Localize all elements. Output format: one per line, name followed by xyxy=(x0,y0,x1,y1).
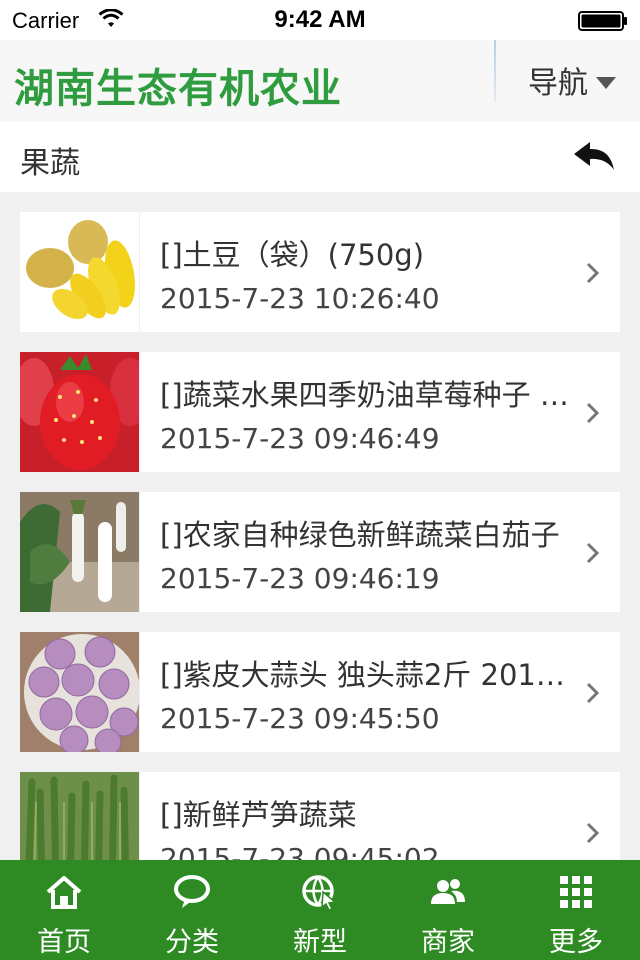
list-item[interactable]: []农家自种绿色新鲜蔬菜白茄子 2015-7-23 09:46:19 xyxy=(20,492,620,612)
product-thumbnail xyxy=(20,212,140,332)
item-title: []新鲜芦笋蔬菜 xyxy=(160,798,357,832)
grid-icon xyxy=(560,876,592,908)
tab-label: 商家 xyxy=(421,927,475,958)
status-time: 9:42 AM xyxy=(274,6,366,33)
tab-more[interactable]: 更多 xyxy=(512,860,640,960)
header-divider xyxy=(494,40,496,102)
category-title: 果蔬 xyxy=(20,146,80,181)
site-title: 湖南生态有机农业 xyxy=(14,66,342,112)
app-header: 湖南生态有机农业 导航 xyxy=(0,40,640,122)
caret-down-icon xyxy=(596,77,616,89)
item-title: []农家自种绿色新鲜蔬菜白茄子 xyxy=(160,518,560,552)
tab-home[interactable]: 首页 xyxy=(0,860,128,960)
globe-cursor-icon xyxy=(302,875,337,910)
chevron-right-icon xyxy=(586,822,600,844)
back-arrow-icon[interactable] xyxy=(570,138,618,178)
product-thumbnail xyxy=(20,352,140,472)
list-item[interactable]: []土豆（袋）(750g) 2015-7-23 10:26:40 xyxy=(20,212,620,332)
list-item[interactable]: []蔬菜水果四季奶油草莓种子 草莓种子 2015-7-23 09:46:49 xyxy=(20,352,620,472)
status-bar: Carrier 9:42 AM xyxy=(0,0,640,40)
bottom-tab-bar: 首页 分类 新型 商家 更多 xyxy=(0,860,640,960)
item-date: 2015-7-23 09:45:50 xyxy=(160,702,440,735)
nav-menu-button[interactable]: 导航 xyxy=(510,58,630,102)
item-date: 2015-7-23 09:46:19 xyxy=(160,562,440,595)
item-title: []蔬菜水果四季奶油草莓种子 草莓种子 xyxy=(160,378,570,412)
home-icon xyxy=(46,876,82,909)
chevron-right-icon xyxy=(586,542,600,564)
chevron-right-icon xyxy=(586,402,600,424)
item-date: 2015-7-23 10:26:40 xyxy=(160,282,440,315)
product-thumbnail xyxy=(20,632,140,752)
chevron-right-icon xyxy=(586,262,600,284)
people-icon xyxy=(431,879,465,904)
list-item[interactable]: []紫皮大蒜头 独头蒜2斤 2015新蒜 2015-7-23 09:45:50 xyxy=(20,632,620,752)
tab-new[interactable]: 新型 xyxy=(256,860,384,960)
product-thumbnail xyxy=(20,492,140,612)
chevron-right-icon xyxy=(586,682,600,704)
category-bar: 果蔬 xyxy=(0,122,640,192)
tab-merchants[interactable]: 商家 xyxy=(384,860,512,960)
item-title: []紫皮大蒜头 独头蒜2斤 2015新蒜 xyxy=(160,658,570,692)
tab-label: 首页 xyxy=(37,927,91,958)
tab-label: 分类 xyxy=(165,927,219,958)
nav-menu-label: 导航 xyxy=(528,66,588,101)
item-date: 2015-7-23 09:46:49 xyxy=(160,422,440,455)
chat-bubble-icon xyxy=(174,875,210,908)
item-title: []土豆（袋）(750g) xyxy=(160,238,425,272)
tab-label: 新型 xyxy=(293,927,347,958)
tab-category[interactable]: 分类 xyxy=(128,860,256,960)
tab-label: 更多 xyxy=(549,927,603,958)
battery-icon xyxy=(578,11,627,31)
